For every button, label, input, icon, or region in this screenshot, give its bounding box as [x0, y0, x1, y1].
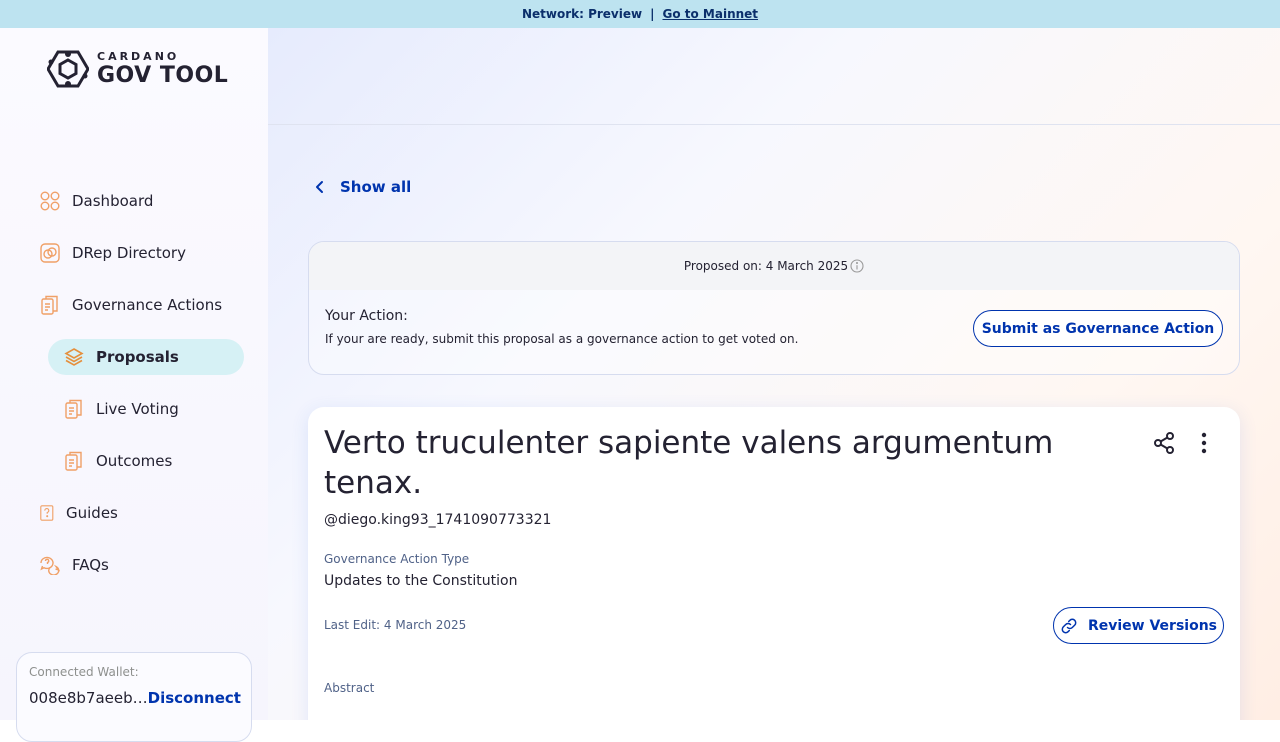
faqs-icon — [40, 556, 60, 575]
outcomes-icon — [65, 451, 82, 471]
wallet-label: Connected Wallet: — [29, 665, 139, 679]
sidebar-item-label: Outcomes — [96, 452, 173, 470]
your-action-title: Your Action: — [325, 308, 408, 324]
sidebar-item-faqs[interactable]: FAQs — [40, 547, 109, 583]
sidebar-item-drep-directory[interactable]: DRep Directory — [40, 235, 186, 271]
abstract-label: Abstract — [324, 681, 375, 695]
proposal-title: Verto truculenter sapiente valens argume… — [324, 425, 1054, 501]
dashboard-icon — [40, 191, 60, 211]
drep-directory-icon — [40, 243, 60, 263]
connected-wallet-panel: Connected Wallet: 008e8b7aeeb… Disconnec… — [16, 652, 252, 742]
chevron-left-icon — [316, 181, 323, 193]
sidebar-item-label: Dashboard — [72, 192, 154, 210]
review-versions-label: Review Versions — [1087, 617, 1218, 634]
show-all-label: Show all — [340, 178, 412, 196]
main-header — [268, 28, 1280, 125]
submit-as-governance-action-button[interactable]: Submit as Governance Action — [973, 310, 1223, 347]
sidebar-item-proposals[interactable]: Proposals — [48, 339, 244, 375]
proposal-card: Verto truculenter sapiente valens argume… — [308, 407, 1240, 720]
last-edit-label: Last Edit: 4 March 2025 — [324, 618, 467, 632]
sidebar-item-outcomes[interactable]: Outcomes — [64, 443, 172, 479]
wallet-address: 008e8b7aeeb… — [29, 689, 148, 707]
guides-icon — [40, 505, 54, 521]
banner-separator: | — [650, 7, 655, 21]
logo[interactable]: CARDANO GOV TOOL — [47, 50, 228, 88]
review-versions-button[interactable]: Review Versions — [1053, 607, 1224, 644]
live-voting-icon — [65, 399, 82, 419]
sidebar-item-label: Governance Actions — [72, 296, 223, 314]
share-icon[interactable] — [1152, 431, 1176, 455]
sidebar-item-guides[interactable]: Guides — [40, 495, 118, 531]
logo-big-text: GOV TOOL — [97, 63, 229, 88]
sidebar-item-dashboard[interactable]: Dashboard — [40, 183, 153, 219]
proposed-on-text: Proposed on: 4 March 2025 — [683, 259, 849, 273]
proposed-on-header: Proposed on: 4 March 2025 — [309, 242, 1239, 290]
layers-icon — [64, 348, 84, 366]
logo-small-text: CARDANO — [97, 50, 180, 63]
governance-action-type-value: Updates to the Constitution — [324, 573, 518, 589]
your-action-panel: Proposed on: 4 March 2025 Your Action: I… — [308, 241, 1240, 375]
your-action-description: If your are ready, submit this proposal … — [325, 332, 799, 346]
more-options-icon[interactable] — [1192, 431, 1216, 455]
sidebar-item-label: Guides — [66, 504, 118, 522]
network-banner: Network: Preview | Go to Mainnet — [0, 0, 1280, 28]
link-icon — [1061, 618, 1077, 633]
sidebar-item-label: Proposals — [96, 348, 179, 366]
sidebar-item-label: Live Voting — [96, 400, 179, 418]
sidebar-item-governance-actions[interactable]: Governance Actions — [40, 287, 222, 323]
info-icon[interactable] — [850, 259, 864, 273]
governance-action-type-label: Governance Action Type — [324, 552, 470, 566]
proposal-author: @diego.king93_1741090773321 — [324, 512, 552, 528]
main-content: Show all Proposed on: 4 March 2025 Your … — [268, 28, 1280, 720]
go-to-mainnet-link[interactable]: Go to Mainnet — [662, 7, 758, 21]
sidebar-item-label: DRep Directory — [72, 244, 186, 262]
sidebar-item-label: FAQs — [72, 556, 109, 574]
govtool-logo-icon — [47, 50, 89, 88]
sidebar: CARDANO GOV TOOL Dashboard DRep Director… — [0, 28, 268, 742]
network-label: Network: Preview — [521, 7, 643, 21]
governance-actions-icon — [41, 295, 58, 315]
sidebar-item-live-voting[interactable]: Live Voting — [64, 391, 179, 427]
disconnect-button[interactable]: Disconnect — [148, 689, 241, 707]
show-all-button[interactable]: Show all — [312, 178, 411, 196]
